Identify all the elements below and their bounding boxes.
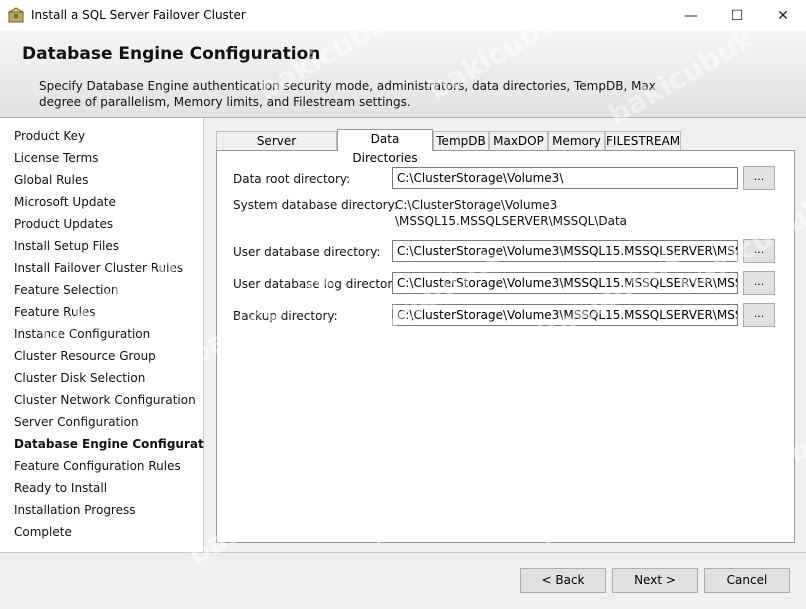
sidebar-item-cluster-disk-selection[interactable]: Cluster Disk Selection [14, 371, 145, 385]
sidebar-item-instance-configuration[interactable]: Instance Configuration [14, 327, 150, 341]
minimize-icon: — [684, 7, 698, 24]
sidebar-item-product-key[interactable]: Product Key [14, 129, 85, 143]
tab-maxdop[interactable]: MaxDOP [489, 131, 548, 150]
tab-tempdb[interactable]: TempDB [433, 131, 489, 150]
sidebar-item-install-setup-files[interactable]: Install Setup Files [14, 239, 119, 253]
tab-server-configuration[interactable]: Server Configuration [216, 131, 337, 167]
close-icon: ✕ [777, 7, 789, 24]
user-db-log-field[interactable]: C:\ClusterStorage\Volume3\MSSQL15.MSSQLS… [392, 272, 738, 294]
sidebar-item-server-configuration[interactable]: Server Configuration [14, 415, 139, 429]
tab-memory[interactable]: Memory [548, 131, 605, 150]
sidebar-item-ready-to-install[interactable]: Ready to Install [14, 481, 107, 495]
user-db-field[interactable]: C:\ClusterStorage\Volume3\MSSQL15.MSSQLS… [392, 240, 738, 262]
system-db-value-line2: \MSSQL15.MSSQLSERVER\MSSQL\Data [395, 214, 628, 228]
data-root-field[interactable]: C:\ClusterStorage\Volume3\ [392, 167, 738, 189]
sidebar-item-license-terms[interactable]: License Terms [14, 151, 98, 165]
sidebar-item-cluster-resource-group[interactable]: Cluster Resource Group [14, 349, 156, 363]
back-button[interactable]: < Back [520, 568, 606, 593]
tab-filestream[interactable]: FILESTREAM [605, 131, 681, 150]
user-db-log-label: User database log directory: [233, 277, 403, 291]
maximize-button[interactable]: ☐ [714, 0, 760, 31]
user-db-label: User database directory: [233, 245, 381, 259]
next-button[interactable]: Next > [612, 568, 698, 593]
system-db-value-line1: C:\ClusterStorage\Volume3 [395, 198, 558, 212]
data-root-label: Data root directory: [233, 172, 351, 186]
user-db-log-browse-button[interactable]: ... [743, 271, 775, 295]
sidebar-item-complete[interactable]: Complete [14, 525, 72, 539]
cancel-button[interactable]: Cancel [704, 568, 790, 593]
title-bar: Install a SQL Server Failover Cluster — … [0, 0, 806, 31]
sidebar-item-feature-selection[interactable]: Feature Selection [14, 283, 118, 297]
sidebar-item-product-updates[interactable]: Product Updates [14, 217, 113, 231]
maximize-icon: ☐ [730, 7, 744, 24]
backup-field[interactable]: C:\ClusterStorage\Volume3\MSSQL15.MSSQLS… [392, 304, 738, 326]
page-header: Database Engine Configuration Specify Da… [0, 31, 806, 118]
close-button[interactable]: ✕ [760, 0, 806, 31]
user-db-browse-button[interactable]: ... [743, 239, 775, 263]
sidebar-item-cluster-network-configuration[interactable]: Cluster Network Configuration [14, 393, 196, 407]
tab-data-directories[interactable]: Data Directories [337, 129, 433, 165]
backup-label: Backup directory: [233, 309, 338, 323]
page-description: Specify Database Engine authentication s… [39, 79, 656, 109]
sidebar-item-installation-progress[interactable]: Installation Progress [14, 503, 136, 517]
minimize-button[interactable]: — [668, 0, 714, 31]
sidebar-item-feature-configuration-rules[interactable]: Feature Configuration Rules [14, 459, 181, 473]
system-db-label: System database directory: [233, 198, 398, 212]
steps-sidebar: Product Key License Terms Global Rules M… [0, 118, 225, 552]
window-title: Install a SQL Server Failover Cluster [31, 8, 246, 22]
sidebar-item-microsoft-update[interactable]: Microsoft Update [14, 195, 116, 209]
sidebar-item-feature-rules[interactable]: Feature Rules [14, 305, 96, 319]
sidebar-item-global-rules[interactable]: Global Rules [14, 173, 88, 187]
sidebar-item-install-failover-cluster-rules[interactable]: Install Failover Cluster Rules [14, 261, 183, 275]
data-root-browse-button[interactable]: ... [743, 166, 775, 190]
backup-browse-button[interactable]: ... [743, 303, 775, 327]
page-title: Database Engine Configuration [22, 44, 321, 64]
sql-setup-box-icon [8, 7, 24, 23]
sidebar-item-database-engine-configuration[interactable]: Database Engine Configuration [14, 437, 225, 451]
